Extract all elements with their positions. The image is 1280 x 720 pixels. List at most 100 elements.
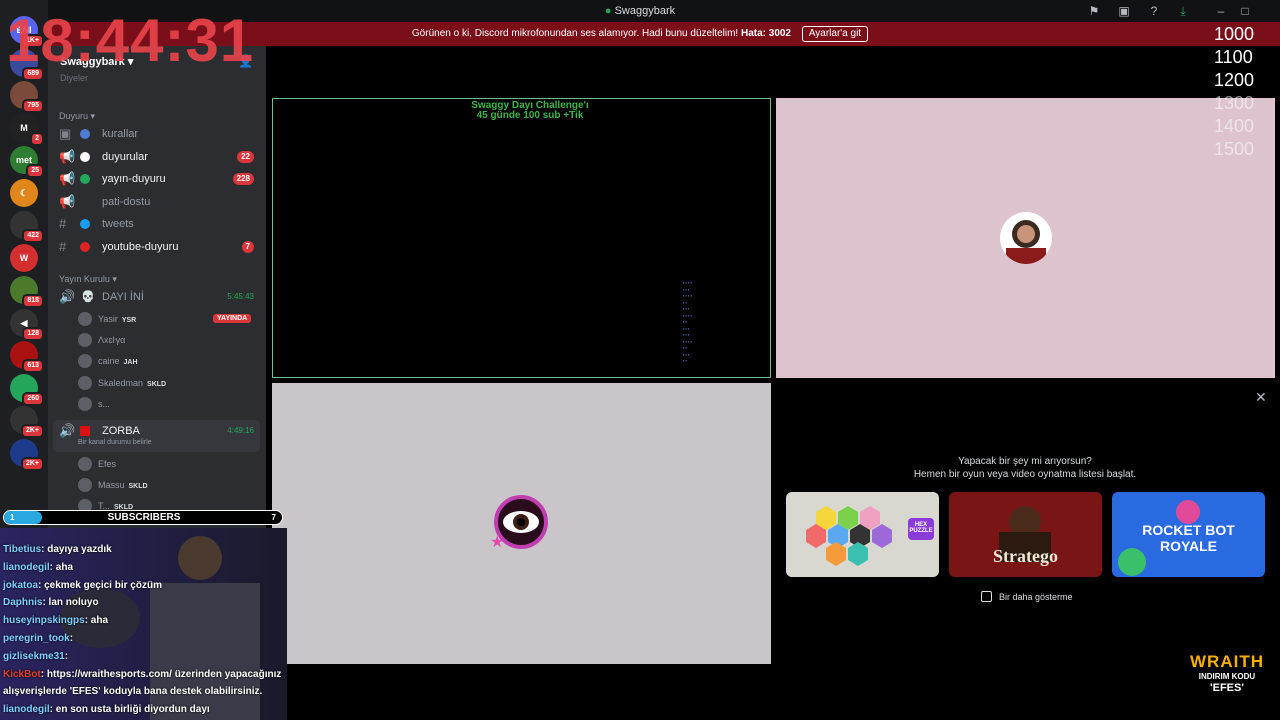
server-icon[interactable]: 2K+	[10, 406, 44, 438]
channel-emoji-icon	[80, 242, 90, 252]
mention-badge: 2K+	[20, 424, 44, 438]
channel-duyurular[interactable]: 📢 duyurular 22	[53, 146, 260, 168]
server-icon[interactable]: 795	[10, 81, 44, 113]
chat-message: lianodegil: en son usta birliği diyordun…	[3, 704, 210, 715]
live-badge: YAYINDA	[213, 314, 252, 323]
banner-text: Görünen o ki, Discord mikrofonundan ses …	[411, 28, 739, 39]
go-to-settings-button[interactable]: Ayarlar'a git	[801, 26, 869, 42]
voice-channel-timer: 5:45:43	[227, 292, 254, 301]
server-icon-label: W	[19, 252, 29, 263]
user-name: Efes	[98, 459, 117, 469]
dont-show-again-checkbox[interactable]	[981, 591, 992, 602]
activity-card-hex-puzzle[interactable]: HEX PUZZLE	[786, 492, 939, 577]
avatar	[78, 396, 92, 411]
clan-tag: YSR	[121, 317, 137, 324]
chat-text: : dayıya yazdık	[41, 544, 112, 555]
voice-channel-dayi-ini[interactable]: 🔊 💀 DAYI İNİ 5:45:43	[53, 286, 260, 308]
chat-text: : aha	[49, 561, 74, 573]
chat-username: jokatoa	[3, 579, 39, 591]
screen-icon[interactable]: ▣	[1117, 4, 1131, 18]
scale-label: 1000	[1214, 24, 1255, 44]
chat-message: jokatoa: çekmek geçici bir çözüm	[3, 580, 162, 591]
chat-message: huseyinpskingps: aha	[3, 615, 108, 626]
stream-clock: 18:44:31	[6, 7, 255, 74]
channel-emoji-icon	[80, 174, 90, 185]
chat-username: KickBot	[3, 668, 41, 680]
channel-name: tweets	[102, 218, 134, 231]
maximize-icon[interactable]: □	[1238, 4, 1252, 18]
unread-count: 7	[241, 241, 254, 253]
server-icon[interactable]: 2K+	[10, 438, 44, 471]
channel-type-icon: 📢	[59, 171, 76, 187]
dont-show-again-label: Bir daha gösterme	[999, 592, 1073, 602]
sponsor-logo: WRAITH INDIRIM KODU 'EFES'	[1190, 652, 1264, 694]
server-icon[interactable]: M2	[10, 113, 44, 146]
flag-icon	[80, 426, 90, 436]
chat-message: Tibetius: dayıya yazdık	[3, 544, 112, 555]
server-icon[interactable]: 818	[10, 276, 44, 308]
subscribers-label: SUBSCRIBERS	[107, 512, 181, 523]
chat-message: Daphnis: lan noluyo	[3, 597, 99, 608]
server-icon[interactable]: W	[10, 243, 38, 272]
chat-username: huseyinpskingps	[3, 615, 85, 627]
download-icon[interactable]: ⤓	[1176, 4, 1190, 18]
subscriber-goal-bar: 1 SUBSCRIBERS 7	[3, 510, 283, 525]
channel-kurallar[interactable]: ▣ kurallar	[53, 123, 260, 145]
category-yayin-kurulu[interactable]: Yayın Kurulu ▾	[59, 274, 117, 285]
channel-type-icon: #	[59, 239, 67, 254]
category-duyuru[interactable]: Duyuru ▾	[59, 111, 95, 122]
server-icon[interactable]: 260	[10, 373, 44, 406]
server-icon[interactable]: met 25	[10, 146, 44, 178]
voice-channel-name: DAYI İNİ	[102, 291, 144, 303]
participant-avatar	[1000, 212, 1052, 264]
chat-username: Tibetius	[3, 544, 42, 555]
inbox-icon[interactable]: ⚑	[1087, 4, 1101, 18]
chat-username: Daphnis	[3, 597, 43, 609]
channel-status[interactable]: Bir kanal durumu belirle	[78, 438, 152, 448]
scale-label: 1100	[1214, 47, 1253, 67]
server-icon[interactable]: 422	[10, 211, 44, 243]
unread-count: 228	[232, 173, 254, 186]
chat-text: :	[69, 633, 74, 644]
channel-pati-dostu[interactable]: 📢 pati-dostu	[53, 191, 260, 213]
channel-emoji-icon	[80, 129, 90, 139]
mention-badge: 2	[30, 131, 44, 146]
server-icon[interactable]: 613	[10, 341, 44, 373]
voice-user-name: Massu SKLD	[98, 475, 148, 497]
user-name: Massu	[98, 480, 125, 491]
voice-user-name: Yasir YSR	[98, 309, 136, 331]
channel-youtube-duyuru[interactable]: # youtube-duyuru 7	[53, 236, 260, 258]
scale-label: 1300	[1214, 93, 1255, 113]
channel-tweets[interactable]: # tweets	[53, 213, 260, 235]
server-icon-label: M	[20, 122, 28, 133]
activity-card-stratego[interactable]: Stratego	[949, 492, 1102, 577]
chat-text: : çekmek geçici bir çözüm	[38, 579, 162, 591]
server-icon[interactable]: ◀ 128	[10, 308, 44, 341]
channel-yayın-duyuru[interactable]: 📢 yayın-duyuru 228	[53, 168, 260, 190]
star-icon: ★	[490, 534, 505, 551]
clan-tag: JAH	[123, 359, 138, 367]
voice-user-name: Skaledman SKLD	[98, 373, 166, 395]
channel-name: youtube-duyuru	[102, 241, 179, 253]
mention-badge: 2K+	[20, 456, 44, 471]
chat-text: : lan noluyo	[42, 597, 99, 609]
mention-badge: 260	[22, 391, 44, 406]
activity-card-rocket-bot-royale[interactable]: ROCKET BOT ROYALE	[1112, 492, 1265, 577]
user-name: caine	[98, 356, 120, 367]
channel-name: kurallar	[102, 128, 139, 140]
voice-channel-zorba[interactable]: 🔊 ZORBA 4:49:16 Bir kanal durumu belirle	[53, 420, 260, 452]
subscriber-goal: 7	[271, 513, 276, 522]
minimize-icon[interactable]: –	[1214, 4, 1228, 18]
close-icon[interactable]: ✕	[1255, 389, 1267, 406]
channel-type-icon: ▣	[59, 126, 72, 141]
channel-emoji-icon	[80, 151, 90, 162]
scale-label: 1500	[1214, 139, 1255, 159]
server-icon[interactable]: ☾	[10, 178, 38, 207]
chat-message: alışverişlerde 'EFES' koduyla bana deste…	[3, 686, 262, 697]
unread-count: 22	[237, 150, 254, 163]
user-name: Skaledman	[98, 377, 144, 388]
voice-user-name: caine JAH	[98, 351, 138, 373]
mention-badge: 128	[22, 326, 44, 341]
help-icon[interactable]: ?	[1147, 4, 1161, 18]
banner-error-code: Hata: 3002	[740, 28, 791, 39]
